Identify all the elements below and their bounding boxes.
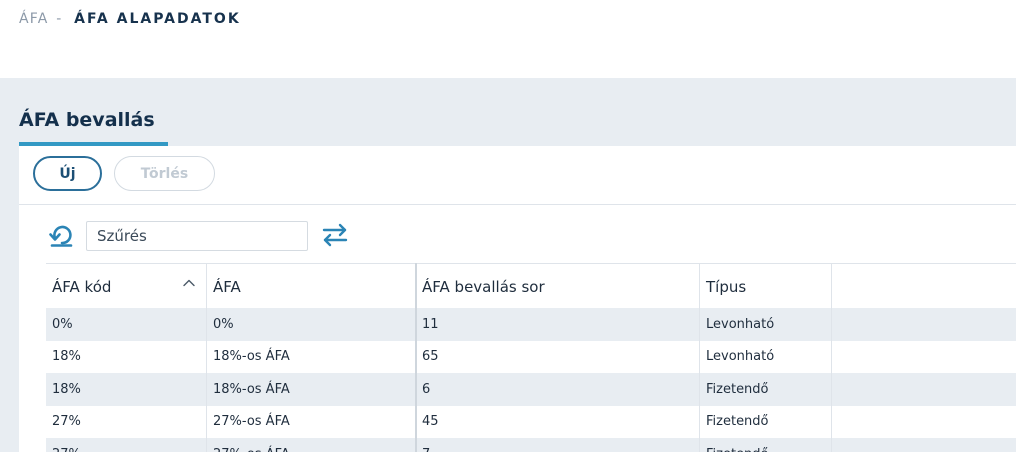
cell-bevallas-sor: 7 xyxy=(416,438,699,452)
cell-afa-kod: 0% xyxy=(52,316,73,332)
cell-tipus: Levonható xyxy=(706,349,775,365)
column-header-afa[interactable]: ÁFA xyxy=(207,264,415,309)
chevron-up-icon[interactable] xyxy=(182,276,196,290)
column-separator[interactable] xyxy=(699,263,700,452)
cell-afa-kod: 18% xyxy=(52,381,81,397)
column-separator[interactable] xyxy=(415,263,417,452)
breadcrumb: ÁFA - ÁFA ALAPADATOK xyxy=(19,11,241,27)
cell-tipus: Fizetendő xyxy=(706,381,769,397)
breadcrumb-parent-link[interactable]: ÁFA xyxy=(19,11,49,27)
cell-afa-kod: 27% xyxy=(52,414,81,430)
tab-afa-bevallas[interactable]: ÁFA bevallás xyxy=(19,109,155,131)
column-header-bevallas-sor[interactable]: ÁFA bevallás sor xyxy=(416,264,699,309)
table-row[interactable]: 18% 18%-os ÁFA 6 Fizetendő xyxy=(46,373,1016,406)
main-panel: Új Törlés ÁFA kód ÁFA ÁFA bevallás sor T… xyxy=(19,146,1016,452)
cell-afa: 27%-os ÁFA xyxy=(207,438,415,452)
table-row[interactable]: 27% 27%-os ÁFA 45 Fizetendő xyxy=(46,406,1016,439)
cell-bevallas-sor: 11 xyxy=(422,316,439,332)
filter-input[interactable] xyxy=(86,221,308,251)
delete-button[interactable]: Törlés xyxy=(114,156,215,191)
cell-bevallas-sor: 45 xyxy=(422,414,439,430)
table-header: ÁFA kód ÁFA ÁFA bevallás sor Típus xyxy=(46,263,1016,308)
cell-afa: 0% xyxy=(213,316,234,332)
new-button[interactable]: Új xyxy=(33,156,102,191)
column-separator[interactable] xyxy=(831,263,832,452)
cell-bevallas-sor: 6 xyxy=(422,381,431,397)
cell-afa-kod: 27% xyxy=(46,438,206,452)
toolbar-divider xyxy=(19,204,1016,205)
breadcrumb-current: ÁFA ALAPADATOK xyxy=(74,11,241,27)
cell-afa: 18%-os ÁFA xyxy=(213,381,290,397)
vat-table: ÁFA kód ÁFA ÁFA bevallás sor Típus 0% 0%… xyxy=(46,263,1016,452)
refresh-icon[interactable] xyxy=(49,223,75,247)
cell-bevallas-sor: 65 xyxy=(422,349,439,365)
table-row[interactable]: 0% 0% 11 Levonható xyxy=(46,308,1016,341)
cell-afa: 18%-os ÁFA xyxy=(213,349,290,365)
cell-tipus: Fizetendő xyxy=(706,414,769,430)
table-row[interactable]: 27% 27%-os ÁFA 7 Fizetendő xyxy=(46,438,1016,452)
cell-afa-kod: 18% xyxy=(52,349,81,365)
cell-tipus: Fizetendő xyxy=(700,438,831,452)
table-row[interactable]: 18% 18%-os ÁFA 65 Levonható xyxy=(46,341,1016,374)
column-separator[interactable] xyxy=(206,263,207,452)
cell-tipus: Levonható xyxy=(706,316,775,332)
cell-afa: 27%-os ÁFA xyxy=(213,414,290,430)
column-header-tipus[interactable]: Típus xyxy=(700,264,831,309)
page-header: ÁFA - ÁFA ALAPADATOK xyxy=(0,0,1016,78)
breadcrumb-separator: - xyxy=(56,11,63,27)
swap-arrows-icon[interactable] xyxy=(320,222,350,248)
